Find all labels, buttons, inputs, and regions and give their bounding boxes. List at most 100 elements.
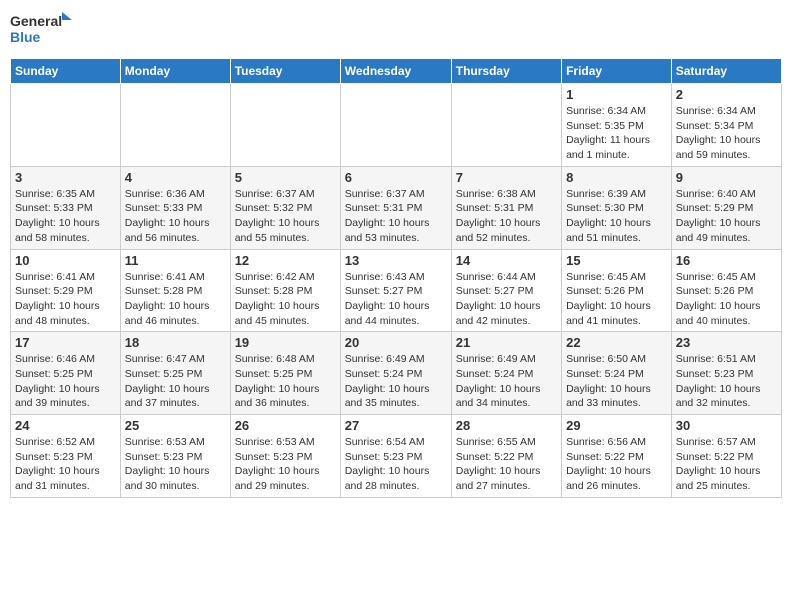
day-number: 4: [125, 170, 226, 185]
day-info: Sunrise: 6:56 AM Sunset: 5:22 PM Dayligh…: [566, 435, 667, 494]
calendar-cell: 2 Sunrise: 6:34 AM Sunset: 5:34 PM Daylig…: [671, 84, 781, 167]
day-info: Sunrise: 6:50 AM Sunset: 5:24 PM Dayligh…: [566, 352, 667, 411]
calendar-cell: 19 Sunrise: 6:48 AM Sunset: 5:25 PM Dayli…: [230, 332, 340, 415]
day-info: Sunrise: 6:36 AM Sunset: 5:33 PM Dayligh…: [125, 187, 226, 246]
calendar-cell: [451, 84, 561, 167]
day-info: Sunrise: 6:51 AM Sunset: 5:23 PM Dayligh…: [676, 352, 777, 411]
weekday-header-monday: Monday: [120, 59, 230, 84]
day-number: 3: [15, 170, 116, 185]
day-number: 22: [566, 335, 667, 350]
calendar-table: SundayMondayTuesdayWednesdayThursdayFrid…: [10, 58, 782, 498]
day-number: 21: [456, 335, 557, 350]
calendar-cell: 10 Sunrise: 6:41 AM Sunset: 5:29 PM Dayli…: [11, 249, 121, 332]
calendar-cell: 20Sunrise: 6:49 AM Sunset: 5:24 PM Dayli…: [340, 332, 451, 415]
day-number: 25: [125, 418, 226, 433]
day-number: 18: [125, 335, 226, 350]
week-row-2: 3 Sunrise: 6:35 AM Sunset: 5:33 PM Daylig…: [11, 166, 782, 249]
calendar-cell: 15 Sunrise: 6:45 AM Sunset: 5:26 PM Dayli…: [562, 249, 672, 332]
calendar-cell: 24 Sunrise: 6:52 AM Sunset: 5:23 PM Dayli…: [11, 415, 121, 498]
day-number: 24: [15, 418, 116, 433]
day-number: 17: [15, 335, 116, 350]
day-number: 10: [15, 253, 116, 268]
weekday-header-row: SundayMondayTuesdayWednesdayThursdayFrid…: [11, 59, 782, 84]
calendar-cell: 29 Sunrise: 6:56 AM Sunset: 5:22 PM Dayli…: [562, 415, 672, 498]
day-info: Sunrise: 6:47 AM Sunset: 5:25 PM Dayligh…: [125, 352, 226, 411]
calendar-cell: 5 Sunrise: 6:37 AM Sunset: 5:32 PM Daylig…: [230, 166, 340, 249]
day-info: Sunrise: 6:45 AM Sunset: 5:26 PM Dayligh…: [676, 270, 777, 329]
calendar-cell: 14Sunrise: 6:44 AM Sunset: 5:27 PM Dayli…: [451, 249, 561, 332]
day-info: Sunrise: 6:52 AM Sunset: 5:23 PM Dayligh…: [15, 435, 116, 494]
week-row-4: 17 Sunrise: 6:46 AM Sunset: 5:25 PM Dayli…: [11, 332, 782, 415]
calendar-cell: 30 Sunrise: 6:57 AM Sunset: 5:22 PM Dayli…: [671, 415, 781, 498]
calendar-cell: [230, 84, 340, 167]
svg-text:Blue: Blue: [10, 29, 41, 45]
day-number: 14: [456, 253, 557, 268]
logo-icon: GeneralBlue: [10, 10, 80, 50]
day-info: Sunrise: 6:57 AM Sunset: 5:22 PM Dayligh…: [676, 435, 777, 494]
day-info: Sunrise: 6:46 AM Sunset: 5:25 PM Dayligh…: [15, 352, 116, 411]
day-info: Sunrise: 6:42 AM Sunset: 5:28 PM Dayligh…: [235, 270, 336, 329]
day-info: Sunrise: 6:41 AM Sunset: 5:28 PM Dayligh…: [125, 270, 226, 329]
day-number: 27: [345, 418, 447, 433]
calendar-cell: 8 Sunrise: 6:39 AM Sunset: 5:30 PM Daylig…: [562, 166, 672, 249]
calendar-cell: 21Sunrise: 6:49 AM Sunset: 5:24 PM Dayli…: [451, 332, 561, 415]
calendar-cell: [340, 84, 451, 167]
week-row-1: 1Sunrise: 6:34 AM Sunset: 5:35 PM Daylig…: [11, 84, 782, 167]
day-info: Sunrise: 6:35 AM Sunset: 5:33 PM Dayligh…: [15, 187, 116, 246]
weekday-header-friday: Friday: [562, 59, 672, 84]
calendar-cell: 3 Sunrise: 6:35 AM Sunset: 5:33 PM Daylig…: [11, 166, 121, 249]
day-info: Sunrise: 6:34 AM Sunset: 5:35 PM Dayligh…: [566, 104, 667, 163]
day-info: Sunrise: 6:41 AM Sunset: 5:29 PM Dayligh…: [15, 270, 116, 329]
calendar-cell: 17 Sunrise: 6:46 AM Sunset: 5:25 PM Dayli…: [11, 332, 121, 415]
calendar-cell: 22 Sunrise: 6:50 AM Sunset: 5:24 PM Dayli…: [562, 332, 672, 415]
calendar-cell: 6 Sunrise: 6:37 AM Sunset: 5:31 PM Daylig…: [340, 166, 451, 249]
calendar-cell: 23 Sunrise: 6:51 AM Sunset: 5:23 PM Dayli…: [671, 332, 781, 415]
day-number: 16: [676, 253, 777, 268]
weekday-header-tuesday: Tuesday: [230, 59, 340, 84]
weekday-header-sunday: Sunday: [11, 59, 121, 84]
day-info: Sunrise: 6:53 AM Sunset: 5:23 PM Dayligh…: [235, 435, 336, 494]
day-number: 23: [676, 335, 777, 350]
day-number: 8: [566, 170, 667, 185]
day-number: 2: [676, 87, 777, 102]
day-number: 20: [345, 335, 447, 350]
calendar-cell: 12Sunrise: 6:42 AM Sunset: 5:28 PM Dayli…: [230, 249, 340, 332]
day-info: Sunrise: 6:40 AM Sunset: 5:29 PM Dayligh…: [676, 187, 777, 246]
day-number: 7: [456, 170, 557, 185]
calendar-cell: [120, 84, 230, 167]
day-info: Sunrise: 6:37 AM Sunset: 5:31 PM Dayligh…: [345, 187, 447, 246]
calendar-cell: 7 Sunrise: 6:38 AM Sunset: 5:31 PM Daylig…: [451, 166, 561, 249]
logo: GeneralBlue: [10, 10, 80, 50]
calendar-cell: 25 Sunrise: 6:53 AM Sunset: 5:23 PM Dayli…: [120, 415, 230, 498]
day-number: 19: [235, 335, 336, 350]
calendar-cell: 13Sunrise: 6:43 AM Sunset: 5:27 PM Dayli…: [340, 249, 451, 332]
weekday-header-thursday: Thursday: [451, 59, 561, 84]
calendar-cell: 4 Sunrise: 6:36 AM Sunset: 5:33 PM Daylig…: [120, 166, 230, 249]
calendar-cell: 28Sunrise: 6:55 AM Sunset: 5:22 PM Dayli…: [451, 415, 561, 498]
calendar-cell: 26Sunrise: 6:53 AM Sunset: 5:23 PM Dayli…: [230, 415, 340, 498]
calendar-cell: 16 Sunrise: 6:45 AM Sunset: 5:26 PM Dayli…: [671, 249, 781, 332]
day-number: 15: [566, 253, 667, 268]
calendar-cell: 18 Sunrise: 6:47 AM Sunset: 5:25 PM Dayli…: [120, 332, 230, 415]
day-number: 5: [235, 170, 336, 185]
day-number: 6: [345, 170, 447, 185]
day-info: Sunrise: 6:48 AM Sunset: 5:25 PM Dayligh…: [235, 352, 336, 411]
day-info: Sunrise: 6:37 AM Sunset: 5:32 PM Dayligh…: [235, 187, 336, 246]
day-number: 29: [566, 418, 667, 433]
day-info: Sunrise: 6:39 AM Sunset: 5:30 PM Dayligh…: [566, 187, 667, 246]
calendar-cell: 11Sunrise: 6:41 AM Sunset: 5:28 PM Dayli…: [120, 249, 230, 332]
page-header: GeneralBlue: [10, 10, 782, 50]
weekday-header-saturday: Saturday: [671, 59, 781, 84]
day-number: 9: [676, 170, 777, 185]
day-info: Sunrise: 6:38 AM Sunset: 5:31 PM Dayligh…: [456, 187, 557, 246]
calendar-cell: 27Sunrise: 6:54 AM Sunset: 5:23 PM Dayli…: [340, 415, 451, 498]
day-number: 13: [345, 253, 447, 268]
svg-text:General: General: [10, 13, 62, 29]
day-number: 30: [676, 418, 777, 433]
day-info: Sunrise: 6:53 AM Sunset: 5:23 PM Dayligh…: [125, 435, 226, 494]
day-info: Sunrise: 6:34 AM Sunset: 5:34 PM Dayligh…: [676, 104, 777, 163]
calendar-cell: 9 Sunrise: 6:40 AM Sunset: 5:29 PM Daylig…: [671, 166, 781, 249]
week-row-5: 24 Sunrise: 6:52 AM Sunset: 5:23 PM Dayli…: [11, 415, 782, 498]
day-info: Sunrise: 6:45 AM Sunset: 5:26 PM Dayligh…: [566, 270, 667, 329]
calendar-cell: 1Sunrise: 6:34 AM Sunset: 5:35 PM Daylig…: [562, 84, 672, 167]
